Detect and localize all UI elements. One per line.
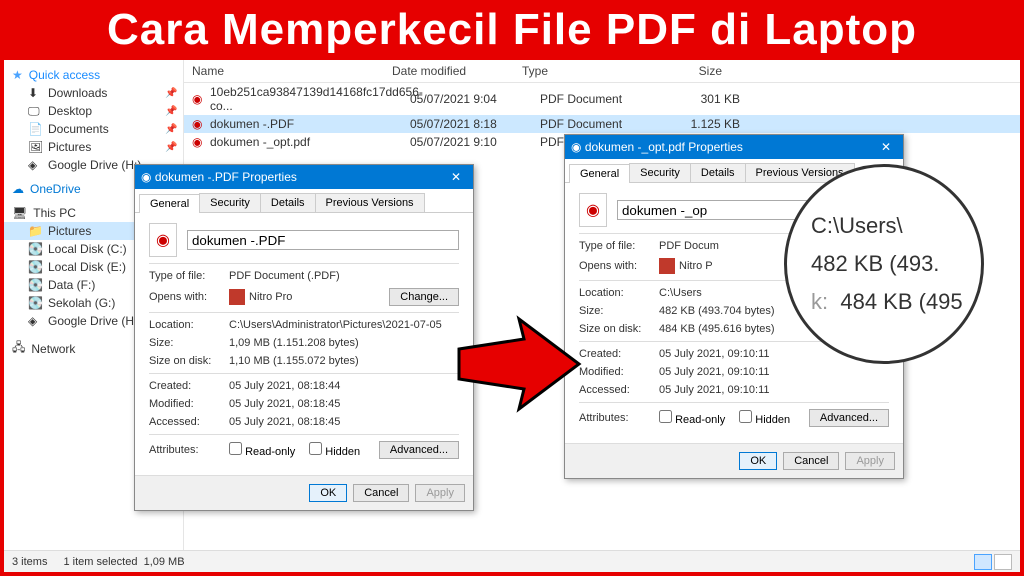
pdf-icon: ◉ [192,135,206,149]
sidebar-item-pictures[interactable]: 🖼Pictures📌 [4,138,183,156]
pin-icon: 📌 [165,88,175,99]
status-selected: 1 item selected 1,09 MB [63,556,184,568]
ok-button[interactable]: OK [309,484,347,502]
sidebar-item-desktop[interactable]: 🖵Desktop📌 [4,102,183,120]
view-details-button[interactable] [974,554,992,570]
pdf-large-icon: ◉ [579,193,607,227]
zoom-magnifier: C:\Users\ 482 KB (493. k: 484 KB (495 [784,164,984,364]
disk-icon: 💽 [28,242,42,256]
view-large-button[interactable] [994,554,1012,570]
tab-general[interactable]: General [139,194,200,213]
col-size[interactable]: Size [642,64,722,78]
pc-icon: 🖥 [12,206,27,220]
dialog-tabs: General Security Details Previous Versio… [135,189,473,213]
documents-icon: 📄 [28,122,42,136]
pin-icon: 📌 [165,142,175,153]
col-type[interactable]: Type [522,64,642,78]
properties-dialog-1: ◉ dokumen -.PDF Properties✕ General Secu… [134,164,474,511]
close-icon[interactable]: ✕ [445,170,467,184]
status-count: 3 items [12,556,47,568]
hidden-checkbox[interactable]: Hidden [739,410,790,426]
pdf-large-icon: ◉ [149,223,177,257]
file-row-selected[interactable]: ◉dokumen -.PDF05/07/2021 8:18PDF Documen… [184,115,1020,133]
col-date[interactable]: Date modified [392,64,522,78]
gdrive-icon: ◈ [28,314,42,328]
change-button[interactable]: Change... [389,288,459,306]
readonly-checkbox[interactable]: Read-only [229,442,295,458]
tab-details[interactable]: Details [690,163,746,182]
tab-security[interactable]: Security [629,163,691,182]
advanced-button[interactable]: Advanced... [809,409,889,427]
modified: 05 July 2021, 09:10:11 [659,366,889,378]
cloud-icon: ☁ [12,182,24,196]
nitro-icon [229,289,245,305]
pin-icon: 📌 [165,106,175,117]
disk-icon: 💽 [28,278,42,292]
col-name[interactable]: Name [192,64,392,78]
downloads-icon: ⬇ [28,86,42,100]
advanced-button[interactable]: Advanced... [379,441,459,459]
red-arrow-icon [454,314,584,414]
ok-button[interactable]: OK [739,452,777,470]
dialog-titlebar[interactable]: ◉ dokumen -_opt.pdf Properties✕ [565,135,903,159]
pdf-small-icon: ◉ [141,170,151,184]
nitro-icon [659,258,675,274]
zoom-line-1: C:\Users\ [811,213,981,239]
close-icon[interactable]: ✕ [875,140,897,154]
size-on-disk: 1,10 MB (1.155.072 bytes) [229,355,459,367]
banner-title: Cara Memperkecil File PDF di Laptop [4,4,1020,60]
disk-icon: 💽 [28,260,42,274]
pictures-icon: 🖼 [28,140,42,154]
cancel-button[interactable]: Cancel [353,484,409,502]
pin-icon: 📌 [165,124,175,135]
pdf-icon: ◉ [192,92,206,106]
accessed: 05 July 2021, 08:18:45 [229,416,459,428]
file-type: PDF Document (.PDF) [229,270,459,282]
sidebar-item-downloads[interactable]: ⬇Downloads📌 [4,84,183,102]
apply-button[interactable]: Apply [415,484,465,502]
hidden-checkbox[interactable]: Hidden [309,442,360,458]
pdf-icon: ◉ [192,117,206,131]
tab-details[interactable]: Details [260,193,316,212]
modified: 05 July 2021, 08:18:45 [229,398,459,410]
file-row[interactable]: ◉10eb251ca93847139d14168fc17dd656-co...0… [184,83,1020,115]
pdf-small-icon: ◉ [571,140,581,154]
sidebar-item-documents[interactable]: 📄Documents📌 [4,120,183,138]
disk-icon: 💽 [28,296,42,310]
zoom-line-2: 482 KB (493. [811,251,981,277]
accessed: 05 July 2021, 09:10:11 [659,384,889,396]
tab-previous[interactable]: Previous Versions [315,193,425,212]
status-bar: 3 items 1 item selected 1,09 MB [4,550,1020,572]
quick-access-header[interactable]: ★Quick access [4,66,183,84]
network-icon: 🖧 [12,338,25,359]
folder-icon: 📁 [28,224,42,238]
column-headers[interactable]: Name Date modified Type Size [184,60,1020,83]
size-value: 1,09 MB (1.151.208 bytes) [229,337,459,349]
location: C:\Users\Administrator\Pictures\2021-07-… [229,319,459,331]
tab-general[interactable]: General [569,164,630,183]
readonly-checkbox[interactable]: Read-only [659,410,725,426]
created: 05 July 2021, 08:18:44 [229,380,459,392]
dialog-titlebar[interactable]: ◉ dokumen -.PDF Properties✕ [135,165,473,189]
tab-security[interactable]: Security [199,193,261,212]
opens-with: Nitro Pro [249,291,389,303]
desktop-icon: 🖵 [28,104,42,118]
cancel-button[interactable]: Cancel [783,452,839,470]
apply-button[interactable]: Apply [845,452,895,470]
zoom-line-3: k: 484 KB (495 [811,289,981,315]
star-icon: ★ [12,68,23,82]
gdrive-icon: ◈ [28,158,42,172]
filename-input[interactable] [187,230,459,250]
